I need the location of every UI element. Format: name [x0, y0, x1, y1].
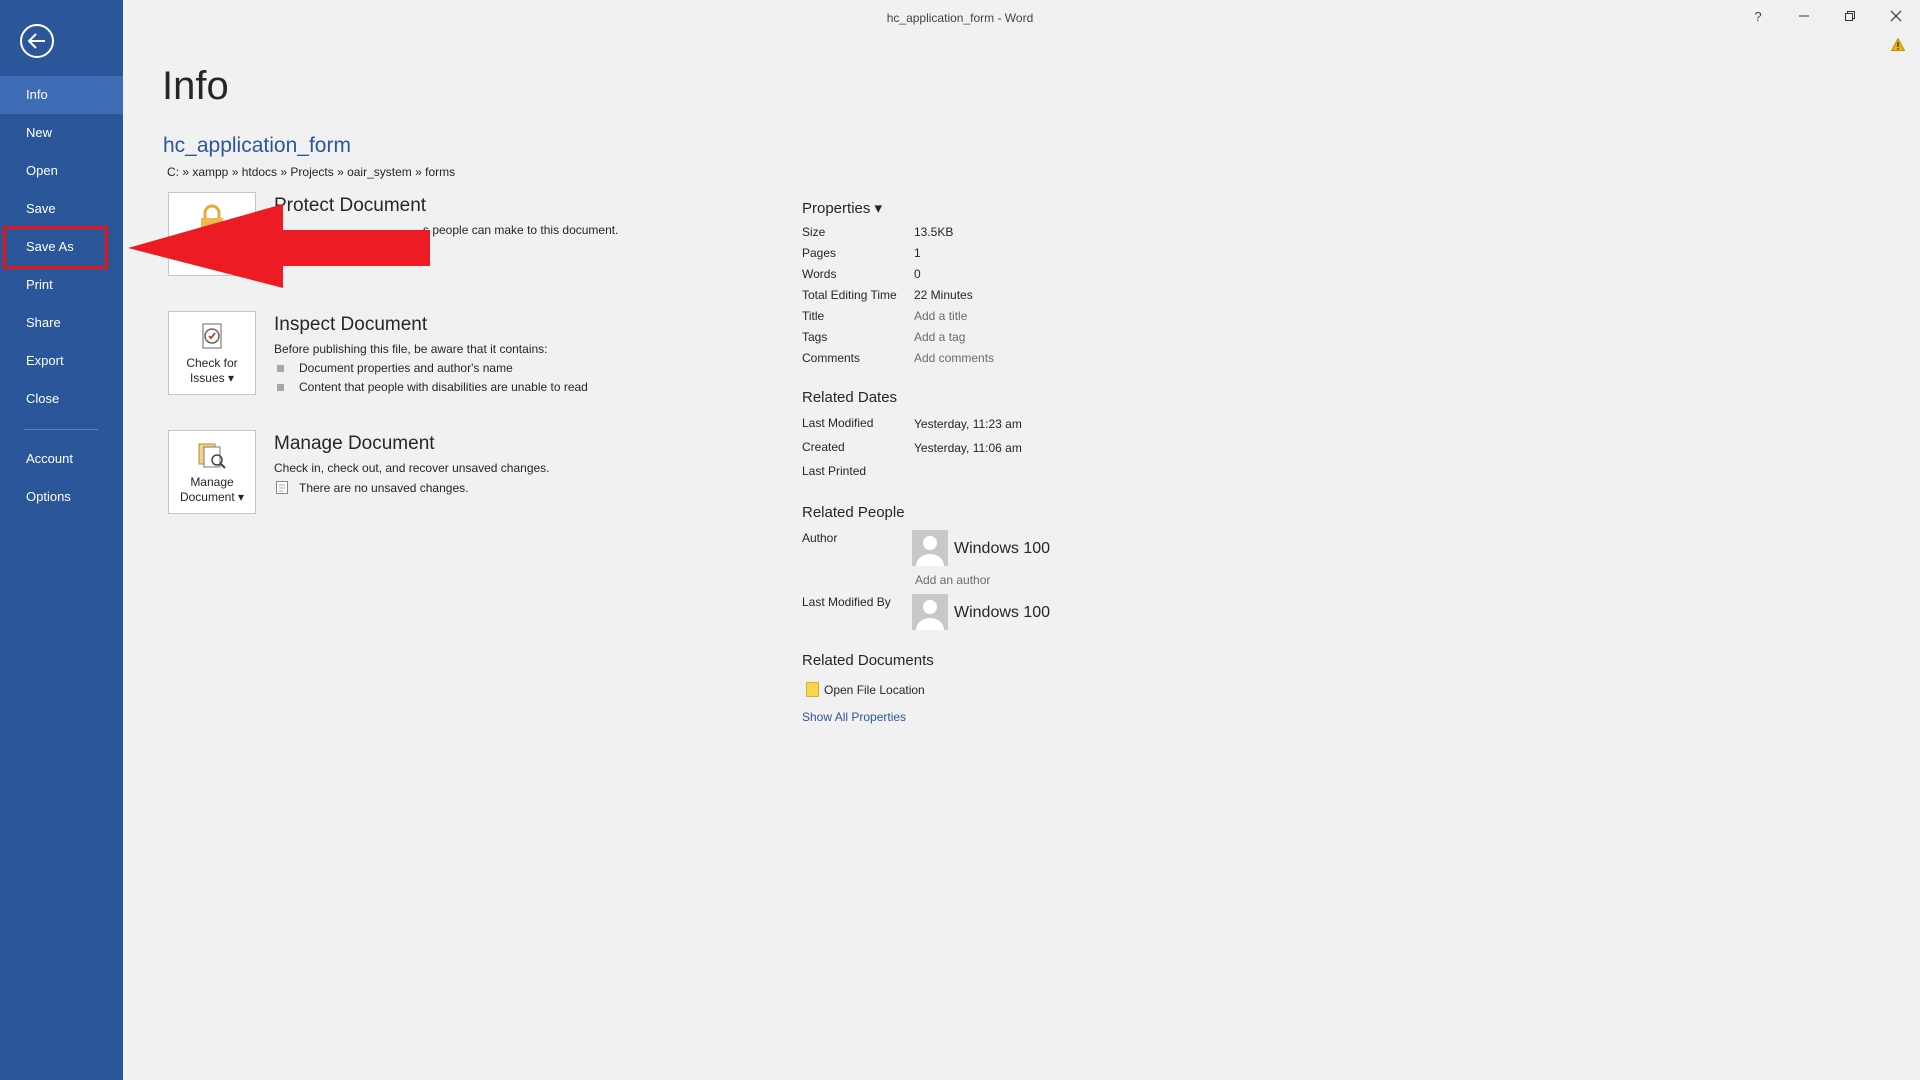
open-file-location-link[interactable]: Open File Location [806, 682, 925, 697]
inspect-document-icon [202, 323, 222, 349]
bullet-text: Content that people with disabilities ar… [299, 380, 588, 394]
nav-save[interactable]: Save [0, 190, 123, 228]
bullet-text: Document properties and author's name [299, 361, 513, 375]
nav-export[interactable]: Export [0, 342, 123, 380]
document-name: hc_application_form [163, 134, 351, 157]
user-avatar-icon [916, 600, 944, 630]
bullet [277, 364, 284, 372]
restore-icon [1845, 11, 1855, 21]
close-window-button[interactable] [1873, 4, 1919, 28]
nav-print[interactable]: Print [0, 266, 123, 304]
close-icon [1890, 10, 1902, 22]
back-arrow-icon [28, 33, 45, 49]
help-button[interactable]: ? [1735, 4, 1781, 28]
manage-document-label-1: Manage [190, 475, 234, 489]
prop-value-words: 0 [914, 267, 921, 281]
minimize-icon [1799, 15, 1809, 17]
manage-document-desc: Check in, check out, and recover unsaved… [274, 461, 550, 475]
manage-document-label-2: Document ▾ [179, 490, 245, 504]
nav-save-as[interactable]: Save As [0, 228, 123, 266]
user-avatar-icon [916, 536, 944, 566]
nav-info[interactable]: Info [0, 76, 123, 114]
check-for-issues-label-2: Issues ▾ [189, 371, 235, 385]
nav-new[interactable]: New [0, 114, 123, 152]
manage-document-icon [198, 443, 226, 469]
inspect-document-desc: Before publishing this file, be aware th… [274, 342, 548, 356]
manage-document-title: Manage Document [274, 433, 435, 454]
document-path[interactable]: C: » xampp » htdocs » Projects » oair_sy… [167, 165, 455, 179]
prop-value-size: 13.5KB [914, 225, 954, 239]
backstage-sidebar: Info New Open Save Save As Print Share E… [0, 0, 123, 1080]
nav-open[interactable]: Open [0, 152, 123, 190]
bullet [277, 383, 284, 391]
date-label-last-modified: Last Modified [802, 416, 874, 430]
nav-close[interactable]: Close [0, 380, 123, 418]
add-comments-field[interactable]: Add comments [914, 351, 994, 365]
prop-value-editing-time: 22 Minutes [914, 288, 973, 302]
inspect-document-title: Inspect Document [274, 314, 428, 335]
add-tag-field[interactable]: Add a tag [914, 330, 965, 344]
nav-share[interactable]: Share [0, 304, 123, 342]
check-for-issues-label-1: Check for [186, 356, 238, 370]
prop-label-editing-time: Total Editing Time [802, 288, 897, 302]
related-documents-heading: Related Documents [802, 652, 934, 669]
author-label: Author [802, 531, 838, 545]
document-icon [276, 481, 288, 494]
last-modified-by-name[interactable]: Windows 100 [954, 604, 1050, 622]
date-value-last-modified: Yesterday, 11:23 am [914, 417, 1022, 431]
related-people-heading: Related People [802, 504, 905, 521]
nav-account[interactable]: Account [0, 440, 123, 478]
unsaved-changes-row: There are no unsaved changes. [275, 480, 468, 495]
warning-icon [1891, 38, 1905, 51]
add-author-link[interactable]: Add an author [915, 573, 990, 587]
manage-document-tile[interactable]: Manage Document ▾ [168, 430, 256, 514]
properties-heading[interactable]: Properties ▾ [802, 199, 882, 217]
back-button[interactable] [20, 24, 54, 58]
protect-document-desc: s people can make to this document. [423, 223, 619, 237]
page-title: Info [162, 64, 229, 108]
prop-label-tags: Tags [802, 330, 828, 344]
avatar [912, 530, 948, 566]
related-dates-heading: Related Dates [802, 389, 898, 406]
nav-options[interactable]: Options [0, 478, 123, 516]
minimize-button[interactable] [1781, 4, 1827, 28]
prop-label-title: Title [802, 309, 825, 323]
last-modified-by-label: Last Modified By [802, 595, 891, 609]
date-value-created: Yesterday, 11:06 am [914, 441, 1022, 455]
prop-value-pages: 1 [914, 246, 921, 260]
show-all-properties-link[interactable]: Show All Properties [802, 710, 906, 724]
window-title: hc_application_form - Word [886, 11, 1034, 25]
avatar [912, 594, 948, 630]
open-file-location-label: Open File Location [824, 682, 925, 697]
protect-document-title: Protect Document [274, 195, 427, 216]
date-label-last-printed: Last Printed [802, 464, 867, 478]
prop-label-words: Words [802, 267, 837, 281]
author-name[interactable]: Windows 100 [954, 540, 1050, 558]
nav-divider [24, 429, 98, 430]
list-item: Content that people with disabilities ar… [277, 380, 588, 394]
list-item: Document properties and author's name [277, 361, 513, 375]
folder-icon [806, 682, 819, 697]
check-for-issues-tile[interactable]: Check for Issues ▾ [168, 311, 256, 395]
prop-label-size: Size [802, 225, 826, 239]
add-title-field[interactable]: Add a title [914, 309, 967, 323]
protect-document-tile[interactable] [168, 192, 256, 276]
date-label-created: Created [802, 440, 845, 454]
lock-icon [201, 204, 223, 234]
prop-label-pages: Pages [802, 246, 837, 260]
unsaved-changes-note: There are no unsaved changes. [299, 480, 469, 495]
restore-button[interactable] [1827, 4, 1873, 28]
prop-label-comments: Comments [802, 351, 861, 365]
